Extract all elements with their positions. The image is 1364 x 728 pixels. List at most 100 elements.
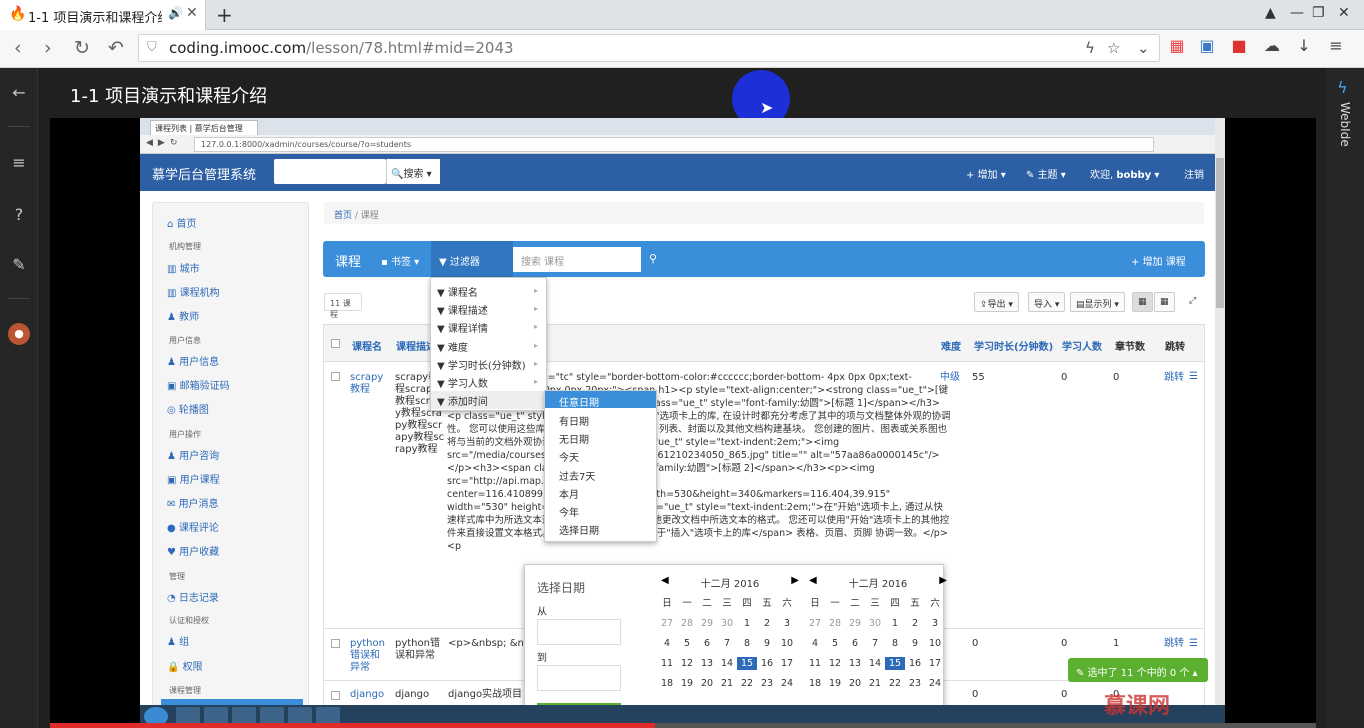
nav-logout: 注销 <box>1184 170 1204 181</box>
course-students: 0 <box>1061 689 1068 700</box>
browser-tab[interactable]: 🔥 1-1 项目演示和课程介绍 🔊 ✕ <box>0 0 206 30</box>
panel-search-input: 搜索 课程 <box>513 247 641 272</box>
shirt-icon[interactable]: ▲ <box>1265 5 1276 21</box>
menu-icon[interactable]: ≡ <box>1325 36 1347 55</box>
inner-tab-title: 课程列表 | 慕学后台管理 <box>150 120 258 135</box>
calendar-day: 18 <box>660 678 674 689</box>
admin-search-input <box>274 159 386 184</box>
course-detail: django实战项目 d <box>448 689 532 700</box>
forward-icon[interactable]: › <box>44 36 52 60</box>
lightning-icon[interactable]: ϟ <box>1085 39 1095 57</box>
course-minutes: 0 <box>972 638 979 649</box>
back-arrow-icon[interactable]: ← <box>8 82 30 104</box>
calendar-day: 1 <box>891 618 899 629</box>
datepicker-label: 选择日期 <box>537 581 586 595</box>
webide-label[interactable]: WebIde <box>1338 102 1352 147</box>
row-checkbox <box>331 372 340 381</box>
webide-icon[interactable]: ϟ <box>1337 78 1348 97</box>
sidebar-item: 组 <box>179 637 190 648</box>
calendar-day: 23 <box>908 678 922 689</box>
minimize-icon[interactable]: — <box>1290 5 1304 21</box>
flame-icon: 🔥 <box>9 6 27 22</box>
jump-link: 跳转 <box>1164 638 1184 649</box>
sidebar-group-title: 用户操作 <box>169 430 201 439</box>
calendar-day: 15 <box>737 657 757 670</box>
sidebar-item: 权限 <box>182 662 203 673</box>
calendar-day: 27 <box>660 618 674 629</box>
nav-user: bobby <box>1116 170 1152 181</box>
course-chapters: 1 <box>1113 638 1120 649</box>
calendar-day: 29 <box>848 618 862 629</box>
row-checkbox <box>331 691 340 700</box>
filter-item: 课程名 <box>447 288 478 299</box>
weekday-label: 日 <box>662 598 672 609</box>
next-month-icon: ▶ <box>939 575 947 586</box>
ticket-icon[interactable]: ■ <box>1228 36 1250 55</box>
calendar-day: 2 <box>763 618 771 629</box>
search-icon: 🔍 <box>391 169 404 180</box>
calendar-grid: 日一二三四五六 27 28 29 30 1 2 3 4 5 6 7 8 9 10 11 12 13 14 15 16 17… <box>657 597 803 690</box>
close-icon[interactable]: ✕ <box>186 5 198 21</box>
calendar-day: 8 <box>891 638 899 649</box>
calendar-day: 5 <box>683 638 691 649</box>
calendar-day: 24 <box>780 678 794 689</box>
calendar-day: 13 <box>700 658 714 669</box>
question-icon[interactable]: ? <box>8 204 30 226</box>
browser-toolbar: ‹ › ↻ ↶ ⛉ coding.imooc.com/lesson/78.htm… <box>0 30 1364 68</box>
breadcrumb: 首页 / 课程 <box>324 202 1204 224</box>
calendar-day: 14 <box>720 658 734 669</box>
cursor-icon: ➤ <box>760 98 774 117</box>
from-label: 从 <box>537 607 547 618</box>
calendar-day: 24 <box>928 678 942 689</box>
new-tab-button[interactable]: + <box>216 3 233 27</box>
course-name-link: django <box>350 689 385 700</box>
nav-add: 增加 <box>977 170 998 181</box>
calendar-day: 3 <box>783 618 791 629</box>
speaker-icon[interactable]: 🔊 <box>168 6 183 20</box>
calendar-day: 23 <box>760 678 774 689</box>
calendar-day: 1 <box>743 618 751 629</box>
calendar-day: 21 <box>720 678 734 689</box>
right-rail: ϟ WebIde <box>1326 68 1364 728</box>
filter-button: 过滤器 <box>449 257 480 268</box>
calendar-day: 20 <box>700 678 714 689</box>
admin-brand: 慕学后台管理系统 <box>152 168 257 183</box>
calendar-day: 22 <box>888 678 902 689</box>
filter-item: 学习人数 <box>447 379 488 390</box>
course-students: 0 <box>1061 372 1068 383</box>
close-window-icon[interactable]: ✕ <box>1338 5 1350 21</box>
apps-icon[interactable]: ▦ <box>1166 36 1188 55</box>
column-header: 课程名 <box>352 342 382 353</box>
chevron-down-icon[interactable]: ⌄ <box>1137 39 1150 57</box>
sidebar-item: 用户课程 <box>179 475 220 486</box>
date-option: 今年 <box>559 508 579 519</box>
calendar-day: 10 <box>780 638 794 649</box>
bookmark-button: 书签 <box>390 257 411 268</box>
undo-icon[interactable]: ↶ <box>108 36 124 60</box>
sidebar-group-title: 认证和授权 <box>169 616 209 625</box>
cloud-icon[interactable]: ☁ <box>1261 36 1283 55</box>
download-icon[interactable]: ↓ <box>1293 36 1315 55</box>
calendar-month: 十二月 2016 <box>700 579 760 590</box>
star-icon[interactable]: ☆ <box>1107 39 1120 57</box>
screenshot-icon[interactable]: ▣ <box>1196 36 1218 55</box>
avatar[interactable]: ● <box>8 323 30 345</box>
pencil-icon[interactable]: ✎ <box>8 254 30 276</box>
sidebar-item: 课程机构 <box>179 288 220 299</box>
to-label: 到 <box>537 653 547 664</box>
list-icon[interactable]: ≡ <box>8 152 30 174</box>
maximize-icon[interactable]: ❐ <box>1312 5 1325 21</box>
video-progress-bar[interactable] <box>50 723 1316 728</box>
column-header: 跳转 <box>1165 342 1185 353</box>
back-icon[interactable]: ‹ <box>14 36 22 60</box>
column-header: 学习时长(分钟数) <box>974 342 1054 353</box>
address-bar[interactable]: ⛉ coding.imooc.com/lesson/78.html#mid=20… <box>138 34 1160 62</box>
date-option: 无日期 <box>559 435 589 446</box>
calendar-day: 22 <box>740 678 754 689</box>
calendar-day: 19 <box>680 678 694 689</box>
reload-icon[interactable]: ↻ <box>74 36 90 60</box>
calendar-month: 十二月 2016 <box>848 579 908 590</box>
sidebar-item: 用户信息 <box>179 357 220 368</box>
nav-theme: 主题 <box>1037 170 1058 181</box>
calendar-day: 4 <box>811 638 819 649</box>
